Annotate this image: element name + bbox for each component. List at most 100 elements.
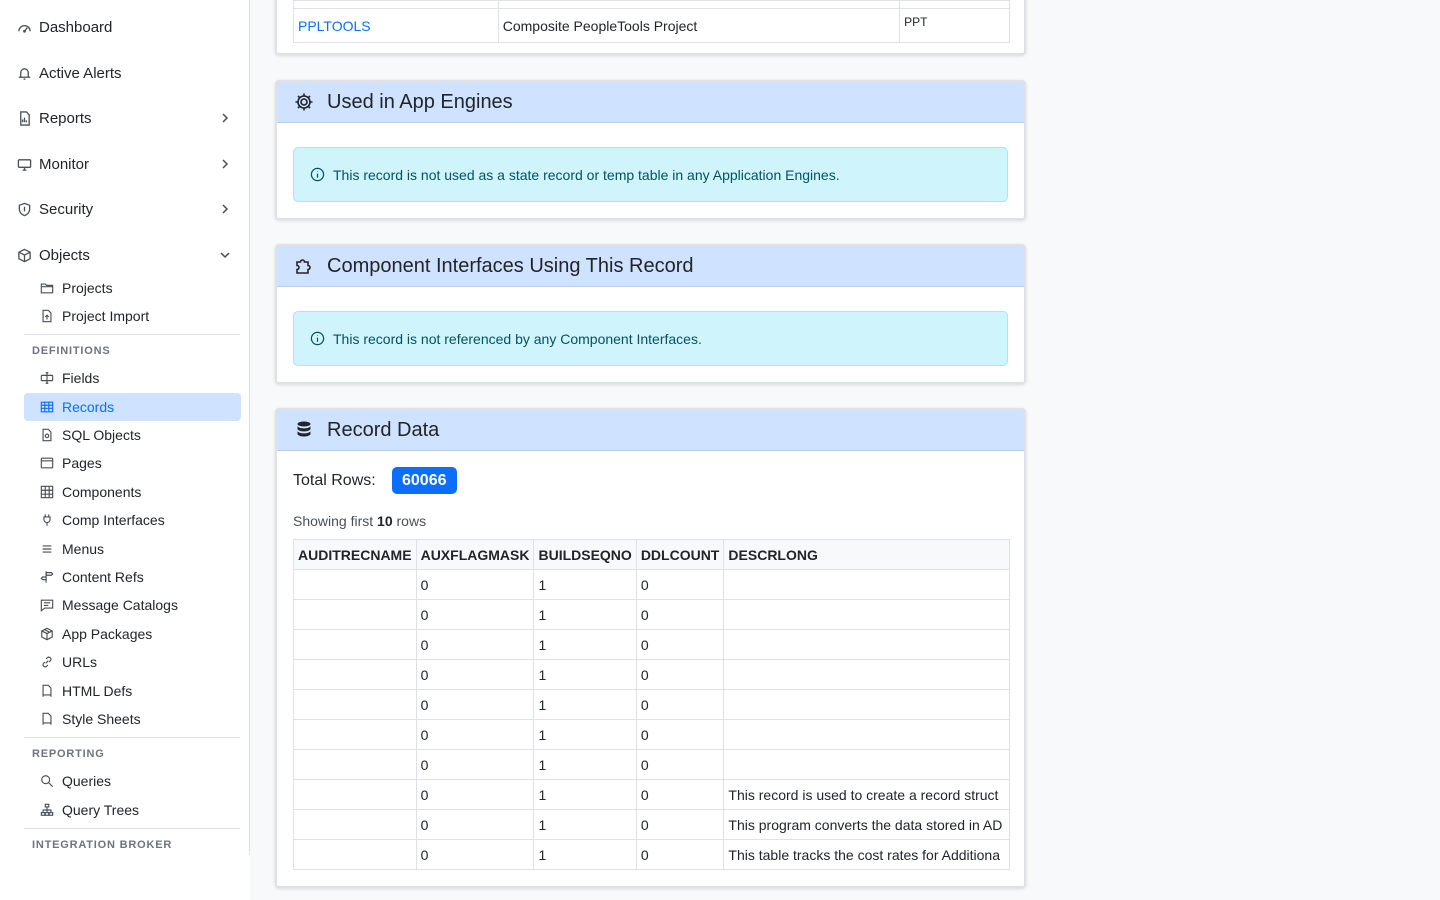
showing-rows-text: Showing first 10 rows: [293, 513, 426, 529]
table-cell: [723, 659, 1010, 690]
sidebar-item-records[interactable]: Records: [24, 393, 241, 421]
card-title: Used in App Engines: [327, 90, 513, 113]
project-link[interactable]: PPLTOOLS: [298, 18, 371, 34]
table-cell: [293, 839, 417, 870]
sidebar-item-message-catalogs[interactable]: Message Catalogs: [24, 591, 241, 619]
sidebar-item-projects[interactable]: Projects: [24, 274, 241, 302]
sidebar-item-project-import[interactable]: Project Import: [24, 302, 241, 330]
table-cell: [293, 719, 417, 750]
sidebar-item-label: SQL Objects: [62, 427, 141, 443]
table-cell: 0: [635, 659, 725, 690]
sidebar-item-label: Project Import: [62, 308, 150, 324]
folder-icon: [39, 281, 54, 296]
sidebar: Dashboard Active Alerts Reports Monitor …: [0, 0, 250, 855]
table-row: 0 1 0 This program converts the data stored…: [293, 809, 1010, 840]
sidebar-item-sql-objects[interactable]: SQL Objects: [24, 421, 241, 449]
sidebar-item-components[interactable]: Components: [24, 478, 241, 506]
sidebar-item-label: Comp Interfaces: [62, 512, 165, 528]
sidebar-item-urls[interactable]: URLs: [24, 648, 241, 676]
info-circle-icon: [310, 331, 325, 346]
sidebar-item-label: App Packages: [62, 626, 153, 642]
table-cell: PPLTOOLS: [293, 8, 499, 43]
table-cell: [899, 0, 1010, 9]
table-cell: 0: [415, 569, 535, 600]
card-header: Component Interfaces Using This Record: [277, 246, 1024, 287]
sidebar-item-label: URLs: [62, 654, 98, 670]
column-header: BUILDSEQNO: [533, 539, 637, 570]
table-row: 010: [293, 719, 1010, 750]
sidebar-item-active-alerts[interactable]: Active Alerts: [0, 53, 249, 93]
database-icon: [293, 419, 315, 441]
table-cell: [293, 569, 417, 600]
divider: [24, 334, 240, 335]
sidebar-item-reports[interactable]: Reports: [0, 98, 249, 138]
projects-table: PPLTOOLS Composite PeopleTools Project P…: [293, 0, 1010, 43]
sidebar-item-objects[interactable]: Objects: [0, 235, 249, 275]
table-cell: 1: [533, 809, 637, 840]
table-cell: 0: [415, 809, 535, 840]
app-engines-card: Used in App Engines This record is not u…: [275, 80, 1026, 220]
file-css-icon: [39, 712, 54, 727]
sidebar-item-label: Records: [62, 399, 115, 415]
table-row: 0 1 0 This table tracks the cost rates for …: [293, 839, 1010, 870]
sidebar-item-label: Security: [39, 200, 94, 218]
sidebar-item-menus[interactable]: Menus: [24, 535, 241, 563]
sidebar-item-app-packages[interactable]: App Packages: [24, 620, 241, 648]
monitor-icon: [16, 156, 32, 172]
sidebar-item-monitor[interactable]: Monitor: [0, 144, 249, 184]
sidebar-item-query-trees[interactable]: Query Trees: [24, 796, 241, 824]
file-code-icon: [39, 428, 54, 443]
sidebar-item-style-sheets[interactable]: Style Sheets: [24, 705, 241, 733]
table-cell: 0: [415, 659, 535, 690]
info-circle-icon: [310, 167, 325, 182]
sidebar-item-queries[interactable]: Queries: [24, 767, 241, 795]
sidebar-item-pages[interactable]: Pages: [24, 449, 241, 477]
sidebar-item-fields[interactable]: Fields: [24, 364, 241, 392]
table-cell: 0: [635, 719, 725, 750]
chevron-right-icon: [218, 111, 232, 125]
sidebar-item-label: Fields: [62, 370, 100, 386]
table-cell: [293, 689, 417, 720]
table-row: 0 1 0 This record is used to create a recor…: [293, 779, 1010, 810]
sidebar-item-label: Menus: [62, 541, 105, 557]
showing-count: 10: [377, 513, 393, 529]
sidebar-item-dashboard[interactable]: Dashboard: [0, 7, 249, 47]
alert-message: This record is not referenced by any Com…: [333, 330, 702, 347]
table-cell: 1: [533, 689, 637, 720]
sidebar-item-label: Projects: [62, 280, 113, 296]
alert-message: This record is not used as a state recor…: [333, 166, 840, 183]
table-cell: [293, 0, 499, 9]
total-rows-label: Total Rows:: [293, 472, 376, 489]
shield-icon: [16, 201, 32, 217]
sidebar-item-label: Content Refs: [62, 569, 144, 585]
table-row: 010: [293, 569, 1010, 600]
table-cell: [723, 599, 1010, 630]
bell-icon: [16, 65, 32, 81]
record-data-card: Record Data Total Rows: 60066 Showing fi…: [275, 408, 1026, 888]
sidebar-item-security[interactable]: Security: [0, 189, 249, 229]
record-data-table: AUDITRECNAME AUXFLAGMASK BUILDSEQNO DDLC…: [293, 539, 1010, 870]
sidebar-item-label: Reports: [39, 109, 92, 127]
table-cell: This record is used to create a record s…: [723, 779, 1010, 810]
data-table-scroll[interactable]: AUDITRECNAME AUXFLAGMASK BUILDSEQNO DDLC…: [293, 539, 1010, 871]
file-html-icon: [39, 684, 54, 699]
window-icon: [39, 456, 54, 471]
search-icon: [39, 774, 54, 789]
sidebar-item-label: Message Catalogs: [62, 597, 178, 613]
input-cursor-icon: [39, 371, 54, 386]
list-icon: [39, 542, 54, 557]
card-title: Component Interfaces Using This Record: [327, 254, 694, 277]
table-icon: [39, 400, 54, 415]
sidebar-item-label: Style Sheets: [62, 711, 141, 727]
table-cell: 0: [415, 689, 535, 720]
sidebar-item-comp-interfaces[interactable]: Comp Interfaces: [24, 506, 241, 534]
sidebar-item-label: Objects: [39, 246, 90, 264]
table-cell: 0: [635, 569, 725, 600]
showing-prefix: Showing first: [293, 513, 374, 529]
chat-text-icon: [39, 598, 54, 613]
table-cell: [293, 629, 417, 660]
sidebar-item-content-refs[interactable]: Content Refs: [24, 563, 241, 591]
grid-icon: [39, 485, 54, 500]
sidebar-item-html-defs[interactable]: HTML Defs: [24, 677, 241, 705]
table-cell: 0: [415, 719, 535, 750]
